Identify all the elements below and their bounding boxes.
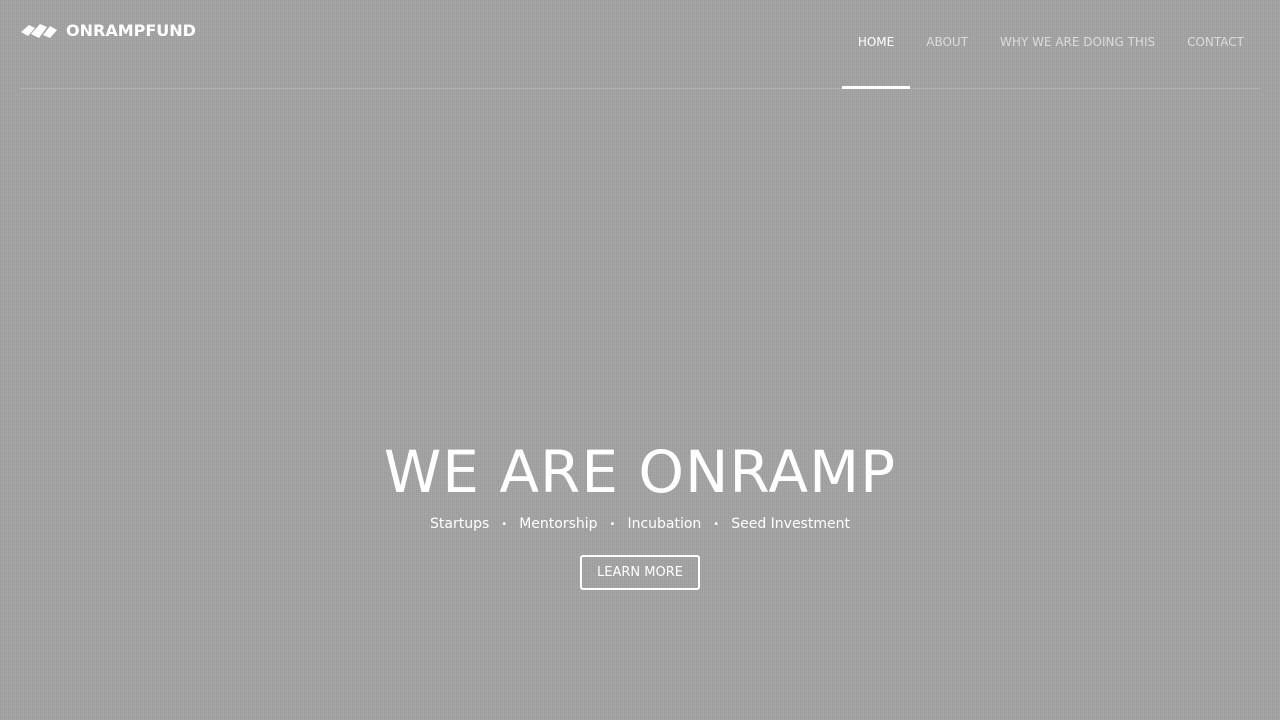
separator-dot: • [609,518,616,530]
tag-mentorship: Mentorship [519,516,598,532]
tag-incubation: Incubation [627,516,702,532]
separator-dot: • [501,518,508,530]
hero-tagline: Startups • Mentorship • Incubation • See… [0,512,1280,536]
site-header: ONRAMPFUND HOME ABOUT WHY WE ARE DOING T… [20,0,1260,89]
brand-name: ONRAMPFUND [66,21,196,40]
learn-more-button[interactable]: LEARN MORE [580,555,700,590]
hero-section: WE ARE ONRAMP Startups • Mentorship • In… [0,432,1280,590]
tag-startups: Startups [430,516,490,532]
nav-item-why[interactable]: WHY WE ARE DOING THIS [984,0,1171,88]
nav-item-home[interactable]: HOME [841,0,911,89]
onramp-logo-icon [20,22,58,40]
hero-title: WE ARE ONRAMP [383,438,897,506]
nav-item-about[interactable]: ABOUT [910,0,984,88]
separator-dot: • [713,518,720,530]
tag-seed-investment: Seed Investment [731,516,850,532]
main-nav: HOME ABOUT WHY WE ARE DOING THIS CONTACT [841,0,1260,89]
nav-item-contact[interactable]: CONTACT [1171,0,1260,88]
brand-logo[interactable]: ONRAMPFUND [20,22,196,40]
